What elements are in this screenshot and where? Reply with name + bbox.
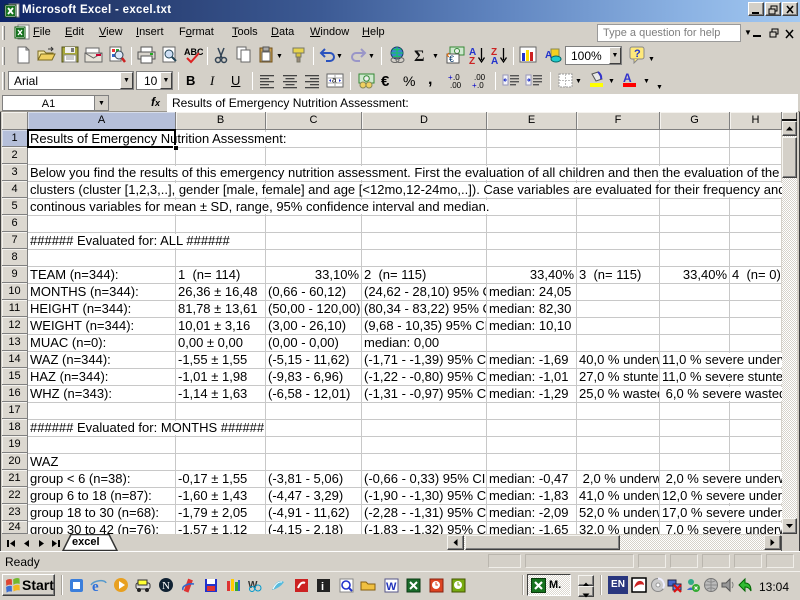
svg-text:W: W bbox=[386, 581, 397, 593]
svg-text:.0: .0 bbox=[477, 81, 484, 90]
svg-text:Z: Z bbox=[469, 56, 475, 64]
svg-text:ABC: ABC bbox=[184, 47, 203, 57]
svg-text:a: a bbox=[332, 76, 337, 85]
svg-text:Σ: Σ bbox=[414, 48, 424, 65]
svg-text:€: € bbox=[449, 54, 454, 64]
svg-text:?: ? bbox=[634, 48, 641, 60]
svg-text:.00: .00 bbox=[450, 81, 462, 90]
svg-text:A: A bbox=[491, 56, 498, 64]
svg-text:N: N bbox=[162, 580, 170, 592]
svg-text:A: A bbox=[623, 71, 632, 85]
svg-text:i: i bbox=[321, 581, 324, 593]
